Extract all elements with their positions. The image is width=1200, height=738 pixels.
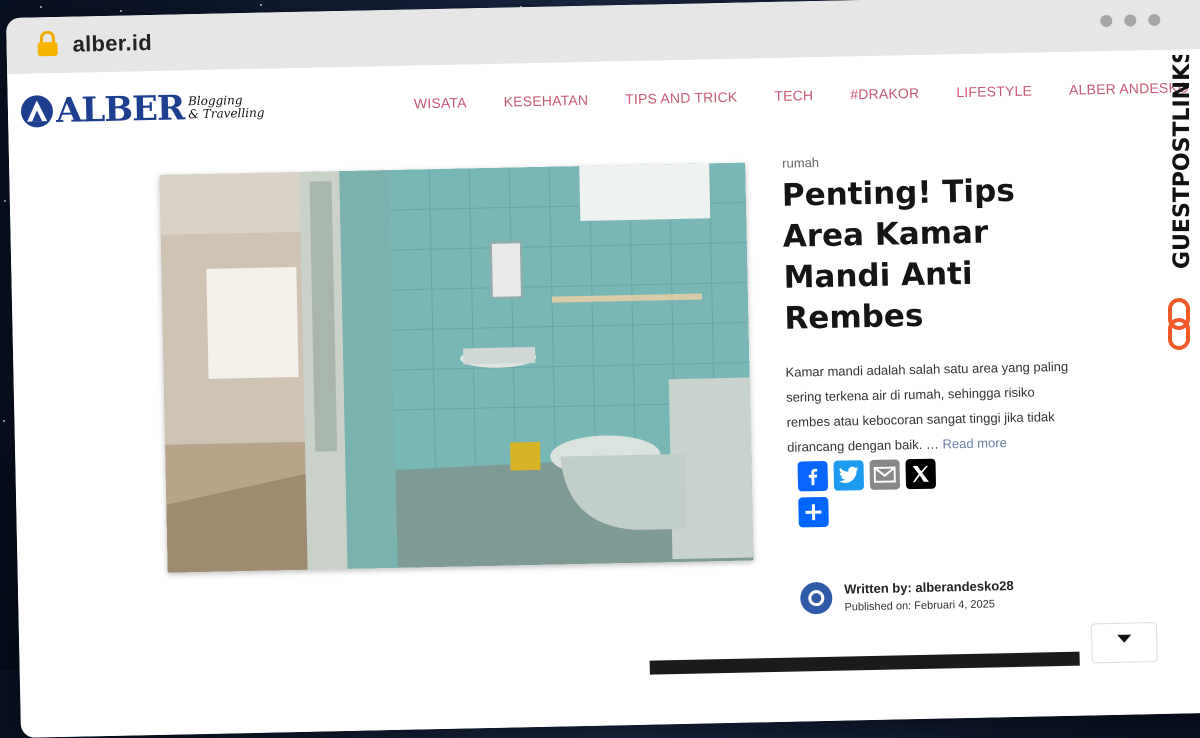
twitter-icon[interactable] — [833, 460, 865, 491]
window-dot[interactable] — [1148, 13, 1161, 27]
author-info: Written by: alberandesko28 Published on:… — [844, 578, 1014, 614]
plus-glyph — [805, 504, 822, 521]
nav-item-lifestyle[interactable]: LIFESTYLE — [956, 83, 1032, 101]
watermark-text: GUESTPOSTLINKS — [1170, 55, 1195, 269]
author-avatar[interactable] — [799, 581, 833, 615]
lock-icon — [37, 30, 58, 57]
main-nav: WISATA KESEHATAN TIPS AND TRICK TECH #DR… — [414, 79, 1190, 111]
logo-subtitle: Blogging & Travelling — [188, 93, 265, 122]
nav-item-tips-and-trick[interactable]: TIPS AND TRICK — [625, 89, 738, 107]
nav-item-tech[interactable]: TECH — [774, 87, 813, 104]
x-icon[interactable] — [905, 458, 937, 490]
website: ALBER Blogging & Travelling WISATA KESEH… — [7, 48, 1200, 738]
bathroom-photo — [159, 162, 754, 573]
post-excerpt-text: Kamar mandi adalah salah satu area yang … — [785, 358, 1069, 455]
read-more-link[interactable]: Read more — [942, 435, 1007, 451]
share-more — [798, 496, 829, 528]
browser-window: alber.id ALBER Blogging & Travelling WIS… — [6, 0, 1200, 738]
nav-item-kesehatan[interactable]: KESEHATAN — [503, 92, 588, 110]
nav-item-drakor[interactable]: #DRAKOR — [850, 85, 919, 102]
featured-image[interactable] — [159, 162, 754, 573]
scroll-toggle-button[interactable] — [1090, 622, 1158, 664]
url-text[interactable]: alber.id — [72, 30, 152, 58]
guestpostlinks-watermark: GUESTPOSTLINKS — [1168, 55, 1195, 350]
chevron-down-icon — [1117, 634, 1132, 643]
facebook-icon[interactable] — [797, 460, 829, 492]
nav-item-wisata[interactable]: WISATA — [414, 94, 467, 111]
facebook-glyph — [799, 463, 826, 490]
twitter-glyph — [838, 466, 859, 483]
post-title[interactable]: Penting! Tips Area Kamar Mandi Anti Remb… — [781, 170, 1044, 339]
site-logo[interactable]: ALBER Blogging & Travelling — [20, 87, 265, 132]
window-dot[interactable] — [1124, 14, 1137, 27]
footer-bar — [649, 651, 1080, 675]
x-glyph — [912, 465, 929, 483]
window-controls — [1100, 13, 1161, 28]
author-name[interactable]: Written by: alberandesko28 — [844, 578, 1014, 597]
share-plus-icon[interactable] — [798, 496, 829, 528]
email-glyph — [873, 466, 896, 483]
logo-text: ALBER — [55, 88, 185, 131]
logo-a-icon — [20, 95, 53, 128]
window-dot[interactable] — [1100, 14, 1113, 28]
author-box: Written by: alberandesko28 Published on:… — [799, 578, 1014, 615]
logo-sub-line: & Travelling — [188, 105, 265, 122]
share-buttons — [797, 458, 937, 492]
email-icon[interactable] — [869, 459, 901, 491]
publish-date: Published on: Februari 4, 2025 — [844, 598, 996, 614]
post-excerpt: Kamar mandi adalah salah satu area yang … — [785, 354, 1077, 460]
post-category[interactable]: rumah — [782, 155, 819, 171]
link-icon — [1168, 298, 1190, 350]
